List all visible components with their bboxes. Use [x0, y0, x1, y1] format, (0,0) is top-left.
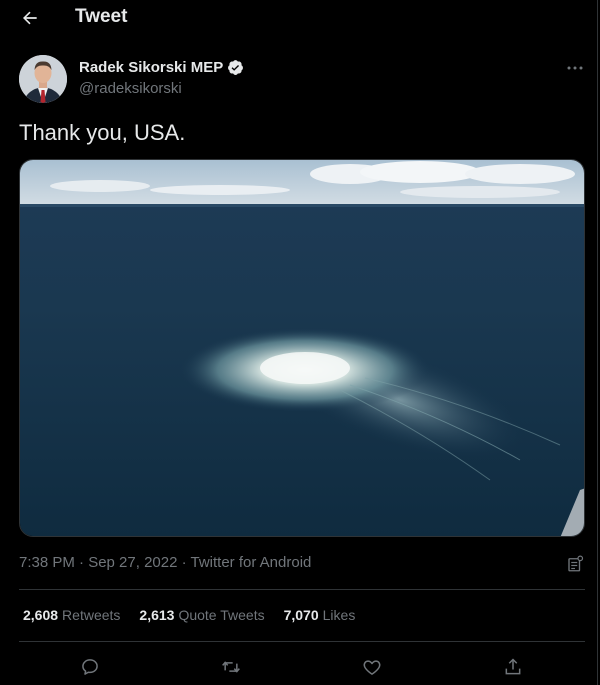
avatar[interactable] [19, 55, 67, 103]
avatar-image [19, 55, 67, 103]
reply-icon [82, 659, 98, 675]
tweet-header: Tweet [0, 0, 598, 36]
tweet-media-photo[interactable] [19, 159, 585, 537]
retweet-button[interactable] [218, 654, 244, 680]
divider [19, 641, 585, 642]
retweet-icon [222, 661, 240, 673]
back-button[interactable] [14, 2, 46, 34]
share-icon [505, 658, 521, 675]
tweet-text: Thank you, USA. [19, 120, 186, 145]
author-name-row[interactable]: Radek Sikorski MEP [79, 59, 244, 76]
retweets-count: 2,608 [23, 607, 59, 623]
tweet-stats: 2,608 Retweets 2,613 Quote Tweets 7,070 Lik… [23, 607, 355, 623]
more-horizontal-icon [567, 66, 583, 70]
quote-tweets-count: 2,613 [139, 607, 175, 623]
author-handle[interactable]: @radeksikorski [79, 80, 182, 97]
likes-label: Likes [322, 607, 356, 623]
heart-icon [363, 660, 381, 675]
verified-badge-icon [227, 59, 244, 76]
analytics-button[interactable] [564, 553, 586, 575]
reply-button[interactable] [77, 654, 103, 680]
page-title: Tweet [75, 6, 128, 27]
more-options-button[interactable] [560, 56, 590, 80]
quote-tweets-stat[interactable]: 2,613 Quote Tweets [139, 607, 264, 623]
analytics-icon [568, 555, 584, 572]
author-name[interactable]: Radek Sikorski MEP [79, 59, 223, 76]
divider [19, 589, 585, 590]
retweets-label: Retweets [62, 607, 121, 623]
tweet-timestamp-source[interactable]: 7:38 PM · Sep 27, 2022 · Twitter for And… [19, 554, 311, 571]
tweet-actions-bar [0, 652, 600, 682]
arrow-left-icon [23, 11, 37, 25]
tweet-detail-panel: Tweet Radek Sikorski MEP @radeksikorski … [0, 0, 598, 685]
like-button[interactable] [359, 654, 385, 680]
sea-photo [20, 160, 584, 536]
retweets-stat[interactable]: 2,608 Retweets [23, 607, 120, 623]
likes-stat[interactable]: 7,070 Likes [284, 607, 356, 623]
likes-count: 7,070 [283, 607, 319, 623]
share-button[interactable] [500, 654, 526, 680]
quote-tweets-label: Quote Tweets [178, 607, 265, 623]
